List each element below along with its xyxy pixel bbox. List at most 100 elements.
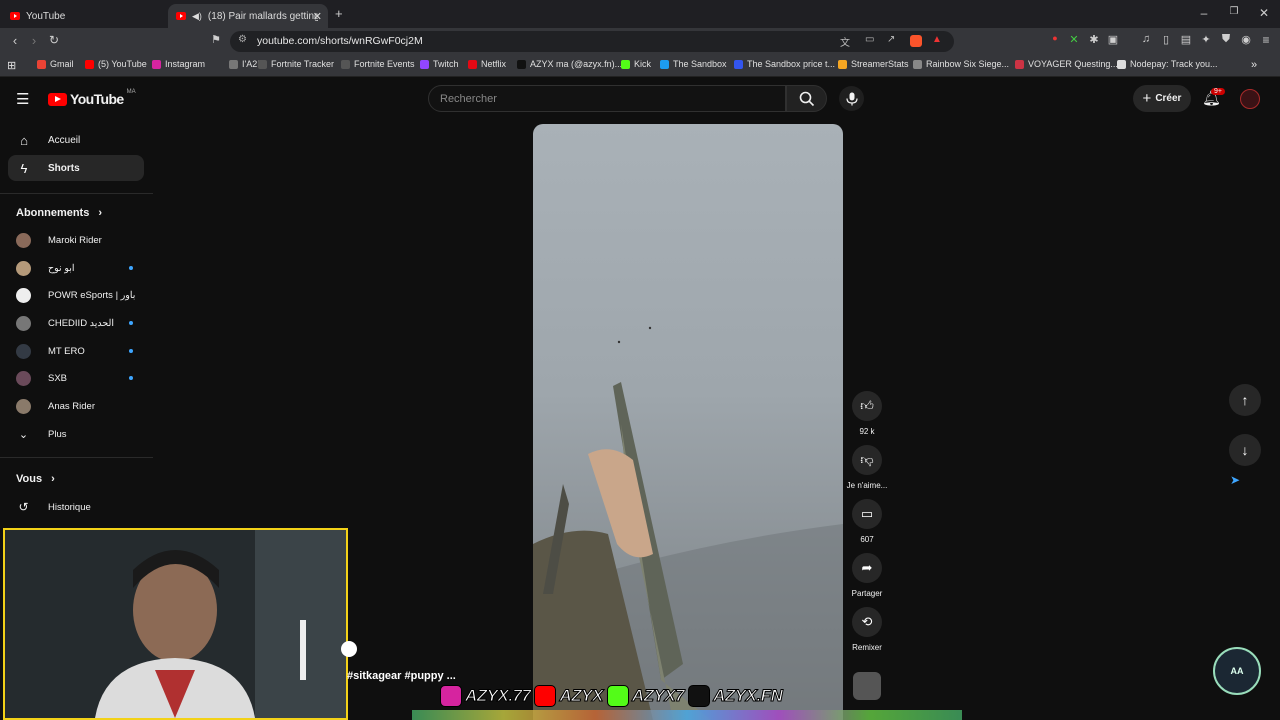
bookmark-item[interactable]: Instagram [152,59,205,69]
back-icon[interactable]: ‹ [6,33,24,48]
extensions-icon[interactable]: ✱ [1085,33,1103,46]
apps-grid-icon[interactable]: ⊞ [7,59,16,72]
tab-shorts-video[interactable]: ◀) (18) Pair mallards getting roll ✕ [168,4,328,28]
subscription-item[interactable]: POWR eSports | باور [16,285,136,305]
social-handle: AZYX7 [606,685,685,707]
wallet-icon[interactable]: ▤ [1177,33,1195,46]
search-input[interactable]: Rechercher [428,85,786,112]
site-info-icon[interactable]: ⚙ [238,34,247,45]
dislike-button[interactable]: 👎︎ [852,445,882,475]
you-heading[interactable]: Vous › [16,473,55,485]
comments-button[interactable]: ▭ [852,499,882,529]
close-tab-icon[interactable]: ✕ [313,10,322,23]
bookmark-item[interactable]: Fortnite Events [341,59,415,69]
subscription-item[interactable]: CHEDIID الحديد [16,313,136,333]
extension-box-icon[interactable]: ▣ [1104,33,1122,46]
voice-search-button[interactable] [839,86,864,111]
subscription-item[interactable]: SXB [16,368,136,388]
tiktok-icon [688,685,711,707]
shorts-video-player[interactable] [533,124,843,720]
comment-icon: ▭ [852,499,882,529]
bookmark-favicon-icon [420,59,429,69]
more-bookmarks-icon[interactable]: » [1251,59,1257,71]
hamburger-menu-icon[interactable]: ☰ [16,90,29,108]
bookmark-favicon-icon [734,59,743,69]
create-button[interactable]: + Créer [1133,85,1191,112]
logo-text: YouTube [70,91,124,107]
search-icon [799,91,815,107]
sidebar-icon[interactable]: ▯ [1157,33,1175,46]
minimize-icon[interactable]: – [1194,6,1214,20]
divider [0,457,153,458]
browser-tab-strip: YouTube ◀) (18) Pair mallards getting ro… [0,0,1280,28]
bookmark-icon[interactable]: ⚑ [207,33,225,46]
next-short-button[interactable]: ↓ [1229,434,1261,466]
previous-short-button[interactable]: ↑ [1229,384,1261,416]
new-tab-button[interactable]: + [335,6,343,21]
extension-x-icon[interactable]: ✕ [1065,33,1083,46]
cast-icon[interactable]: ▭ [865,34,874,45]
social-handles-banner: AZYX.77 AZYX AZYX7 AZYX.FN [440,683,783,709]
bookmark-item[interactable]: Fortnite Tracker [258,59,334,69]
address-bar[interactable]: ⚙ youtube.com/shorts/wnRGwF0cj2M 文 ▭ ↗ ▲ [230,31,954,52]
sidebar-item-label: Shorts [48,162,80,174]
video-hashtags: #sitkagear #puppy ... [347,670,456,682]
close-window-icon[interactable]: ✕ [1254,6,1274,20]
profile-icon[interactable]: ◉ [1237,33,1255,46]
bookmark-item[interactable]: Nodepay: Track you... [1117,59,1218,69]
forward-icon[interactable]: › [25,33,43,48]
vpn-icon[interactable]: ⛊ [1217,33,1235,46]
channel-avatar [16,260,31,276]
bookmark-favicon-icon [517,59,526,69]
sidebar-item-home[interactable]: ⌂ Accueil [8,127,144,153]
social-handle: AZYX.77 [440,685,531,707]
new-content-dot [129,266,133,270]
sidebar-more[interactable]: ⌄ Plus [16,424,136,444]
bookmark-item[interactable]: AZYX ma (@azyx.fn)... [517,59,622,69]
bookmark-item[interactable]: Twitch [420,59,459,69]
ai-icon[interactable]: ✦ [1197,33,1215,46]
sidebar-item-shorts[interactable]: ϟ Shorts [8,155,144,181]
subscription-label: Maroki Rider [48,234,102,246]
share-button[interactable]: ➦ [852,553,882,583]
bookmark-label: Kick [634,59,652,69]
account-avatar[interactable] [1240,89,1260,109]
subscription-item[interactable]: Anas Rider [16,396,136,416]
tab-youtube[interactable]: YouTube [2,4,166,28]
search-button[interactable] [786,85,827,112]
bookmark-item[interactable]: StreamerStats [838,59,909,69]
reload-icon[interactable]: ↻ [45,33,63,47]
video-frame-shotgun [533,326,843,720]
sidebar-item-label: Accueil [48,134,81,146]
youtube-logo[interactable]: YouTube MA [48,89,136,107]
bookmark-item[interactable]: Rainbow Six Siege... [913,59,1009,69]
like-button[interactable]: 👍︎ [852,391,882,421]
bookmark-item[interactable]: Netflix [468,59,506,69]
subscription-item[interactable]: ابو نوح [16,258,136,278]
extension-record-icon[interactable]: ● [1046,33,1064,43]
channel-avatar[interactable] [341,641,357,657]
subscriptions-heading[interactable]: Abonnements › [16,207,102,219]
bookmark-item[interactable]: (5) YouTube [85,59,147,69]
brave-shield-icon[interactable] [910,35,922,47]
subscription-label: MT ERO [48,345,85,357]
menu-icon[interactable]: ≡ [1257,33,1275,47]
bookmark-item[interactable]: VOYAGER Questing... [1015,59,1118,69]
bookmark-item[interactable]: The Sandbox price t... [734,59,835,69]
sidebar-item-history[interactable]: ↺ Historique [16,497,136,517]
bookmark-item[interactable]: Gmail [37,59,74,69]
bookmark-item[interactable]: Kick [621,59,651,69]
subscription-item[interactable]: MT ERO [16,341,136,361]
thumbs-down-icon: 👎︎ [852,445,882,475]
share-icon[interactable]: ↗ [887,34,895,45]
bookmark-favicon-icon [838,59,847,69]
bookmark-item[interactable]: The Sandbox [660,59,727,69]
media-icon[interactable]: ♫ [1137,33,1155,45]
rewards-icon[interactable]: ▲ [932,34,942,45]
subscription-item[interactable]: Maroki Rider [16,230,136,250]
translate-icon[interactable]: 文 [840,34,850,49]
restore-icon[interactable]: ❐ [1224,6,1244,17]
sound-thumbnail[interactable] [853,672,881,700]
remix-button[interactable]: ⟲ [852,607,882,637]
bookmark-label: StreamerStats [851,59,909,69]
